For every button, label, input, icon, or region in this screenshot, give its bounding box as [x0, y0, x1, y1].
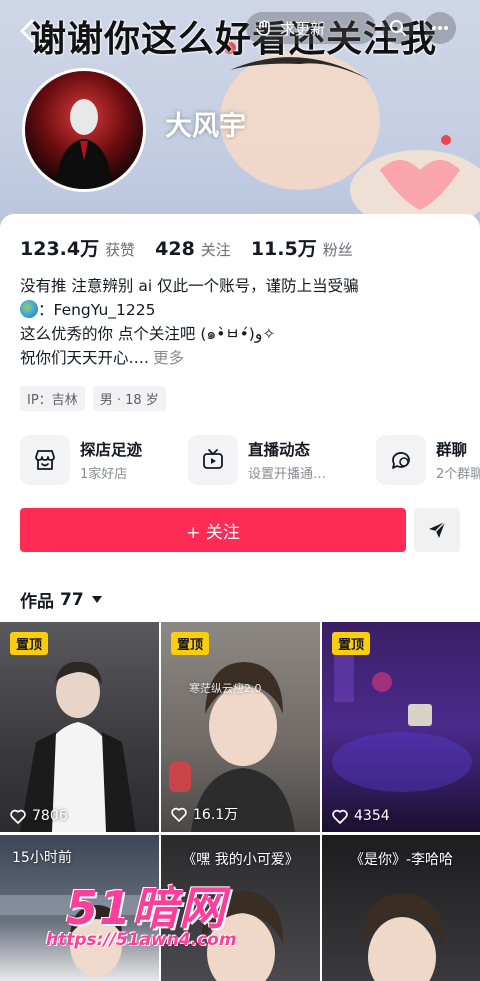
- service-shop-sub: 1家好店: [80, 467, 128, 482]
- service-group-sub: 2个群聊: [436, 467, 480, 482]
- hand-icon: [256, 20, 270, 36]
- video-overlay-text: 寒茫纵云瘦2.0: [189, 682, 262, 695]
- watermark: 51暗网 https://51awn4.com: [46, 872, 276, 962]
- stat-following-label: 关注: [200, 241, 231, 259]
- video-likes-count: 7806: [32, 808, 68, 824]
- video-likes-count: 4354: [354, 808, 390, 824]
- video-thumbnail[interactable]: 置顶 7806: [0, 622, 159, 832]
- video-thumbnail[interactable]: 置顶 寒茫纵云瘦2.0 16.1万: [161, 622, 320, 832]
- works-tab[interactable]: 作品 77: [20, 587, 102, 612]
- video-caption: 《是你》-李哈哈: [349, 852, 454, 868]
- service-group-title: 群聊: [436, 441, 468, 459]
- profile-banner: 谢谢你这么好看还关注我 求更新 大风宇: [0, 0, 480, 236]
- service-shop-visits[interactable]: 探店足迹 1家好店: [20, 434, 142, 486]
- gender-age-tag: 男 · 18 岁: [92, 386, 166, 411]
- heart-icon: [332, 809, 348, 824]
- stats-row: 123.4万 获赞 428 关注 11.5万 粉丝: [20, 234, 373, 261]
- video-likes: 4354: [332, 808, 390, 824]
- chat-icon: [376, 435, 426, 485]
- video-likes: 16.1万: [171, 804, 238, 824]
- tv-icon: [188, 435, 238, 485]
- bio-line-4: 祝你们天天开心…. 更多: [20, 346, 460, 370]
- watermark-logo: 51暗网: [66, 881, 227, 935]
- profile-tags: IP：吉林 男 · 18 岁: [20, 386, 166, 411]
- request-update-button[interactable]: 求更新: [246, 12, 376, 44]
- ip-tag: IP：吉林: [20, 386, 85, 411]
- bio-line-2: ：FengYu_1225: [20, 298, 460, 322]
- share-button[interactable]: [414, 508, 460, 552]
- more-dots-icon: [432, 26, 448, 30]
- chevron-left-icon: [20, 19, 34, 43]
- stat-followers-number: 11.5万: [250, 238, 317, 260]
- follow-button[interactable]: + 关注: [20, 508, 406, 552]
- search-icon: [390, 20, 406, 36]
- service-live-updates[interactable]: 直播动态 设置开播通…: [188, 434, 326, 486]
- store-icon: [20, 435, 70, 485]
- stat-following-number: 428: [155, 238, 195, 260]
- caret-down-icon: [91, 596, 102, 603]
- globe-icon: [20, 300, 38, 318]
- video-caption: 《嘿 我的小可爱》: [182, 852, 299, 868]
- pinned-badge: 置顶: [171, 632, 210, 655]
- pinned-badge: 置顶: [332, 632, 371, 655]
- video-thumbnail[interactable]: 置顶 4354: [322, 622, 480, 832]
- service-live-sub: 设置开播通…: [248, 467, 327, 482]
- watermark-url: https://51awn4.com: [46, 930, 237, 950]
- works-label: 作品: [20, 592, 54, 612]
- heart-icon: [10, 809, 26, 824]
- stat-following[interactable]: 428 关注: [155, 238, 231, 260]
- search-button[interactable]: [382, 12, 414, 44]
- bio-line-2-text: ：FengYu_1225: [38, 301, 156, 319]
- bio-line-3: 这么优秀的你 点个关注吧 (๑•̀ㅂ•́)و✧: [20, 325, 276, 343]
- stat-followers[interactable]: 11.5万 粉丝: [251, 234, 353, 261]
- more-button[interactable]: [424, 12, 456, 44]
- username: 大风宇: [165, 111, 246, 142]
- stat-followers-label: 粉丝: [322, 241, 353, 259]
- heart-icon: [171, 807, 187, 822]
- bio-more-link[interactable]: 更多: [153, 349, 184, 367]
- request-update-label: 求更新: [280, 19, 326, 38]
- pinned-badge: 置顶: [10, 632, 49, 655]
- video-thumbnail[interactable]: 《是你》-李哈哈: [322, 835, 480, 981]
- service-live-title: 直播动态: [248, 441, 311, 459]
- stat-likes-number: 123.4万: [20, 238, 100, 260]
- service-group-chat[interactable]: 群聊 2个群聊: [376, 434, 480, 486]
- back-button[interactable]: [10, 14, 44, 48]
- video-likes-count: 16.1万: [193, 807, 239, 823]
- avatar[interactable]: [22, 68, 146, 192]
- stat-likes-label: 获赞: [105, 241, 136, 259]
- video-likes: 7806: [10, 808, 68, 824]
- send-icon: [429, 521, 446, 538]
- services-row: 探店足迹 1家好店 直播动态 设置开播通… 群聊 2个群聊: [20, 434, 480, 486]
- stat-likes: 123.4万 获赞: [20, 234, 135, 261]
- bio[interactable]: 没有推 注意辨别 ai 仅此一个账号，谨防上当受骗 ：FengYu_1225 这…: [20, 274, 460, 370]
- works-count: 77: [60, 589, 84, 610]
- bio-line-4-text: 祝你们天天开心….: [20, 349, 149, 367]
- bio-line-1: 没有推 注意辨别 ai 仅此一个账号，谨防上当受骗: [20, 277, 359, 295]
- service-shop-title: 探店足迹: [80, 441, 143, 459]
- avatar-image: [55, 99, 113, 189]
- video-time: 15小时前: [12, 850, 72, 866]
